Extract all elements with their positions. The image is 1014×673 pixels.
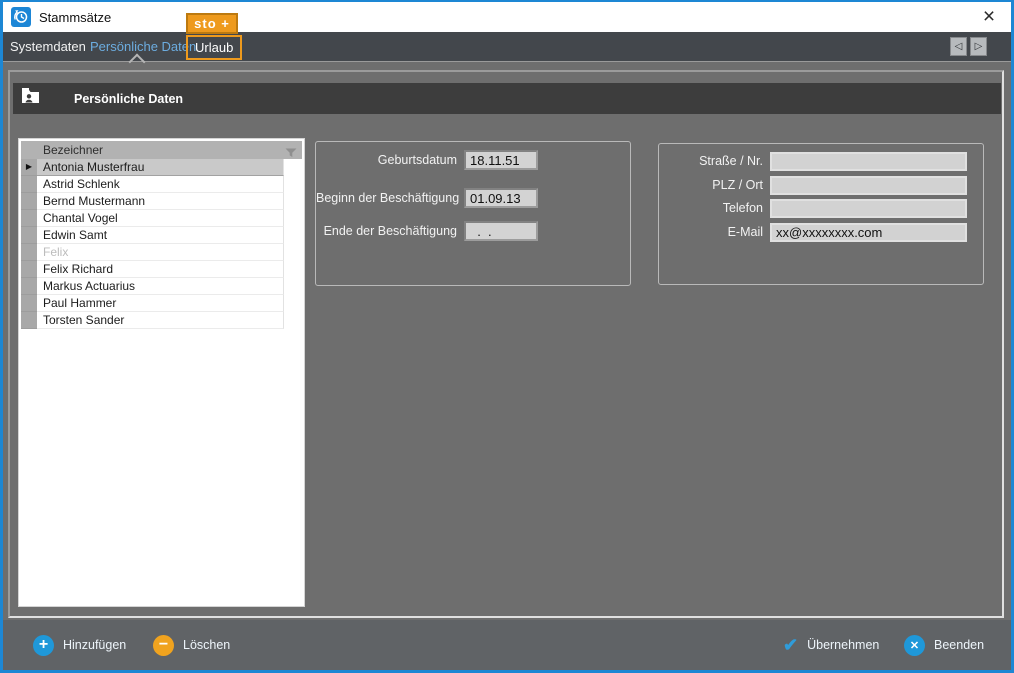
row-gutter xyxy=(21,193,37,210)
row-gutter xyxy=(21,295,37,312)
row-gutter xyxy=(21,227,37,244)
section-header: Persönliche Daten xyxy=(13,83,1001,114)
section-title: Persönliche Daten xyxy=(74,92,183,106)
grid-rows: ▶ Antonia Musterfrau Astrid Schlenk Bern… xyxy=(21,159,284,329)
email-field[interactable] xyxy=(770,223,967,242)
window-border-left xyxy=(0,0,3,673)
employee-name: Astrid Schlenk xyxy=(37,176,284,193)
form-row: PLZ / Ort xyxy=(659,175,977,195)
employment-dates-groupbox: Geburtsdatum Beginn der Beschäftigung En… xyxy=(315,141,631,286)
sto-plus-logo: sto + xyxy=(186,13,238,34)
address-groupbox: Straße / Nr. PLZ / Ort Telefon E-Mail xyxy=(658,143,984,285)
row-gutter xyxy=(21,176,37,193)
row-gutter xyxy=(21,210,37,227)
table-row[interactable]: Felix Richard xyxy=(21,261,284,278)
add-button[interactable]: + Hinzufügen xyxy=(33,620,126,670)
phone-label: Telefon xyxy=(659,201,763,215)
grid-column-header[interactable]: Bezeichner xyxy=(21,141,302,159)
table-row[interactable]: Edwin Samt xyxy=(21,227,284,244)
table-row[interactable]: Paul Hammer xyxy=(21,295,284,312)
employment-end-label: Ende der Beschäftigung xyxy=(316,224,457,238)
table-row[interactable]: Felix xyxy=(21,244,284,261)
apply-button-label: Übernehmen xyxy=(807,638,879,652)
window-border-top xyxy=(0,0,1014,2)
row-selector-arrow-icon: ▶ xyxy=(21,159,37,176)
form-row: Geburtsdatum xyxy=(316,150,624,170)
tab-urlaub[interactable]: Urlaub xyxy=(186,35,242,60)
filter-funnel-icon[interactable] xyxy=(285,145,297,163)
apply-button[interactable]: ✔ Übernehmen xyxy=(783,620,879,670)
employment-end-field[interactable] xyxy=(464,221,538,241)
employment-start-label: Beginn der Beschäftigung xyxy=(316,191,457,205)
table-row[interactable]: Chantal Vogel xyxy=(21,210,284,227)
quit-button-label: Beenden xyxy=(934,638,984,652)
employee-name: Felix xyxy=(37,244,284,261)
email-label: E-Mail xyxy=(659,225,763,239)
close-window-icon[interactable]: × xyxy=(977,4,1001,30)
table-row[interactable]: Astrid Schlenk xyxy=(21,176,284,193)
birthdate-label: Geburtsdatum xyxy=(316,153,457,167)
row-gutter xyxy=(21,261,37,278)
footer-action-bar: + Hinzufügen − Löschen ✔ Übernehmen ✕ Be… xyxy=(3,620,1011,670)
tab-scroll-left-icon[interactable]: ◁ xyxy=(950,37,967,56)
employee-name: Chantal Vogel xyxy=(37,210,284,227)
plus-circle-icon: + xyxy=(33,635,54,656)
grid-column-header-label: Bezeichner xyxy=(43,143,103,157)
app-window: Stammsätze × sto + Systemdaten Persönlic… xyxy=(0,0,1014,673)
employee-name: Torsten Sander xyxy=(37,312,284,329)
zip-city-field[interactable] xyxy=(770,176,967,195)
employee-name: Edwin Samt xyxy=(37,227,284,244)
check-icon: ✔ xyxy=(783,635,798,656)
x-circle-icon: ✕ xyxy=(904,635,925,656)
app-clock-icon xyxy=(11,7,31,27)
minus-circle-icon: − xyxy=(153,635,174,656)
row-gutter xyxy=(21,278,37,295)
employee-grid: Bezeichner ▶ Antonia Musterfrau Astrid S… xyxy=(18,138,305,607)
form-row: Beginn der Beschäftigung xyxy=(316,188,624,208)
delete-button-label: Löschen xyxy=(183,638,230,652)
quit-button[interactable]: ✕ Beenden xyxy=(904,620,984,670)
zip-city-label: PLZ / Ort xyxy=(659,178,763,192)
active-tab-notch xyxy=(129,54,146,71)
tab-scroll-right-icon[interactable]: ▷ xyxy=(970,37,987,56)
table-row[interactable]: Bernd Mustermann xyxy=(21,193,284,210)
table-row[interactable]: Torsten Sander xyxy=(21,312,284,329)
table-row[interactable]: Markus Actuarius xyxy=(21,278,284,295)
person-folder-icon xyxy=(22,88,41,109)
employee-name: Paul Hammer xyxy=(37,295,284,312)
tab-persoenliche-daten[interactable]: Persönliche Daten xyxy=(90,39,196,54)
row-gutter xyxy=(21,244,37,261)
form-row: Telefon xyxy=(659,198,977,218)
tab-scroll-buttons: ◁ ▷ xyxy=(950,37,987,56)
delete-button[interactable]: − Löschen xyxy=(153,620,230,670)
tab-systemdaten[interactable]: Systemdaten xyxy=(10,39,86,54)
employee-name: Felix Richard xyxy=(37,261,284,278)
employee-name: Bernd Mustermann xyxy=(37,193,284,210)
title-bar: Stammsätze × xyxy=(3,2,1011,32)
form-row: E-Mail xyxy=(659,222,977,242)
form-row: Straße / Nr. xyxy=(659,151,977,171)
tab-strip: Systemdaten Persönliche Daten Urlaub ◁ ▷ xyxy=(3,32,1011,62)
employee-name: Antonia Musterfrau xyxy=(37,159,284,176)
employment-start-field[interactable] xyxy=(464,188,538,208)
window-title: Stammsätze xyxy=(39,10,111,25)
table-row[interactable]: ▶ Antonia Musterfrau xyxy=(21,159,284,176)
street-label: Straße / Nr. xyxy=(659,154,763,168)
form-row: Ende der Beschäftigung xyxy=(316,221,624,241)
phone-field[interactable] xyxy=(770,199,967,218)
street-field[interactable] xyxy=(770,152,967,171)
employee-name: Markus Actuarius xyxy=(37,278,284,295)
add-button-label: Hinzufügen xyxy=(63,638,126,652)
birthdate-field[interactable] xyxy=(464,150,538,170)
row-gutter xyxy=(21,312,37,329)
